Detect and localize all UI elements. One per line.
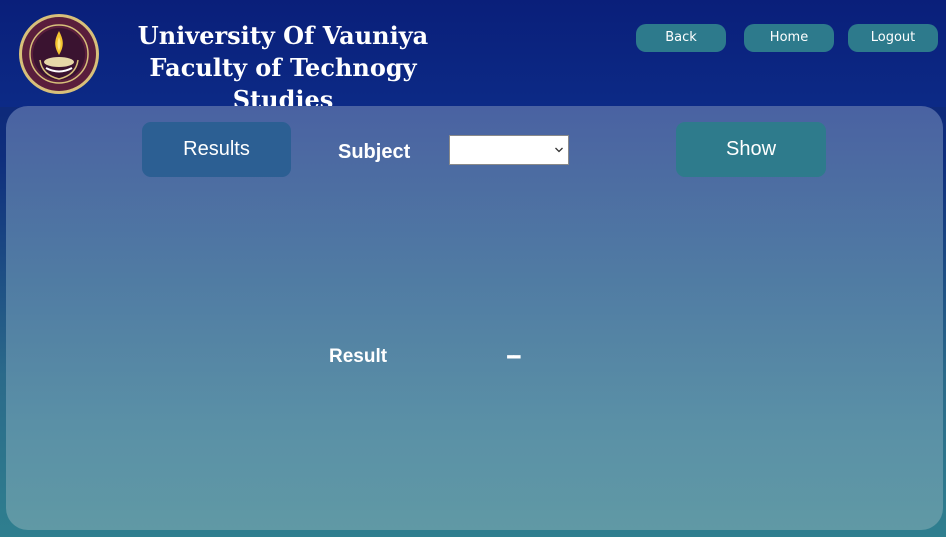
- subject-label: Subject: [338, 141, 411, 163]
- subject-select[interactable]: [449, 135, 569, 165]
- university-title: University Of Vauniya: [137, 21, 429, 50]
- results-button[interactable]: Results: [142, 122, 291, 177]
- university-crest-icon: [19, 14, 99, 94]
- title-block: University Of Vauniya Faculty of Technog…: [100, 20, 466, 116]
- chevron-down-icon: [555, 147, 563, 153]
- result-value: --: [506, 339, 522, 370]
- show-button[interactable]: Show: [676, 122, 826, 177]
- logout-button[interactable]: Logout: [848, 24, 938, 52]
- result-label: Result: [329, 346, 388, 367]
- home-button[interactable]: Home: [744, 24, 834, 52]
- back-button[interactable]: Back: [636, 24, 726, 52]
- header-bar: University Of Vauniya Faculty of Technog…: [0, 0, 946, 114]
